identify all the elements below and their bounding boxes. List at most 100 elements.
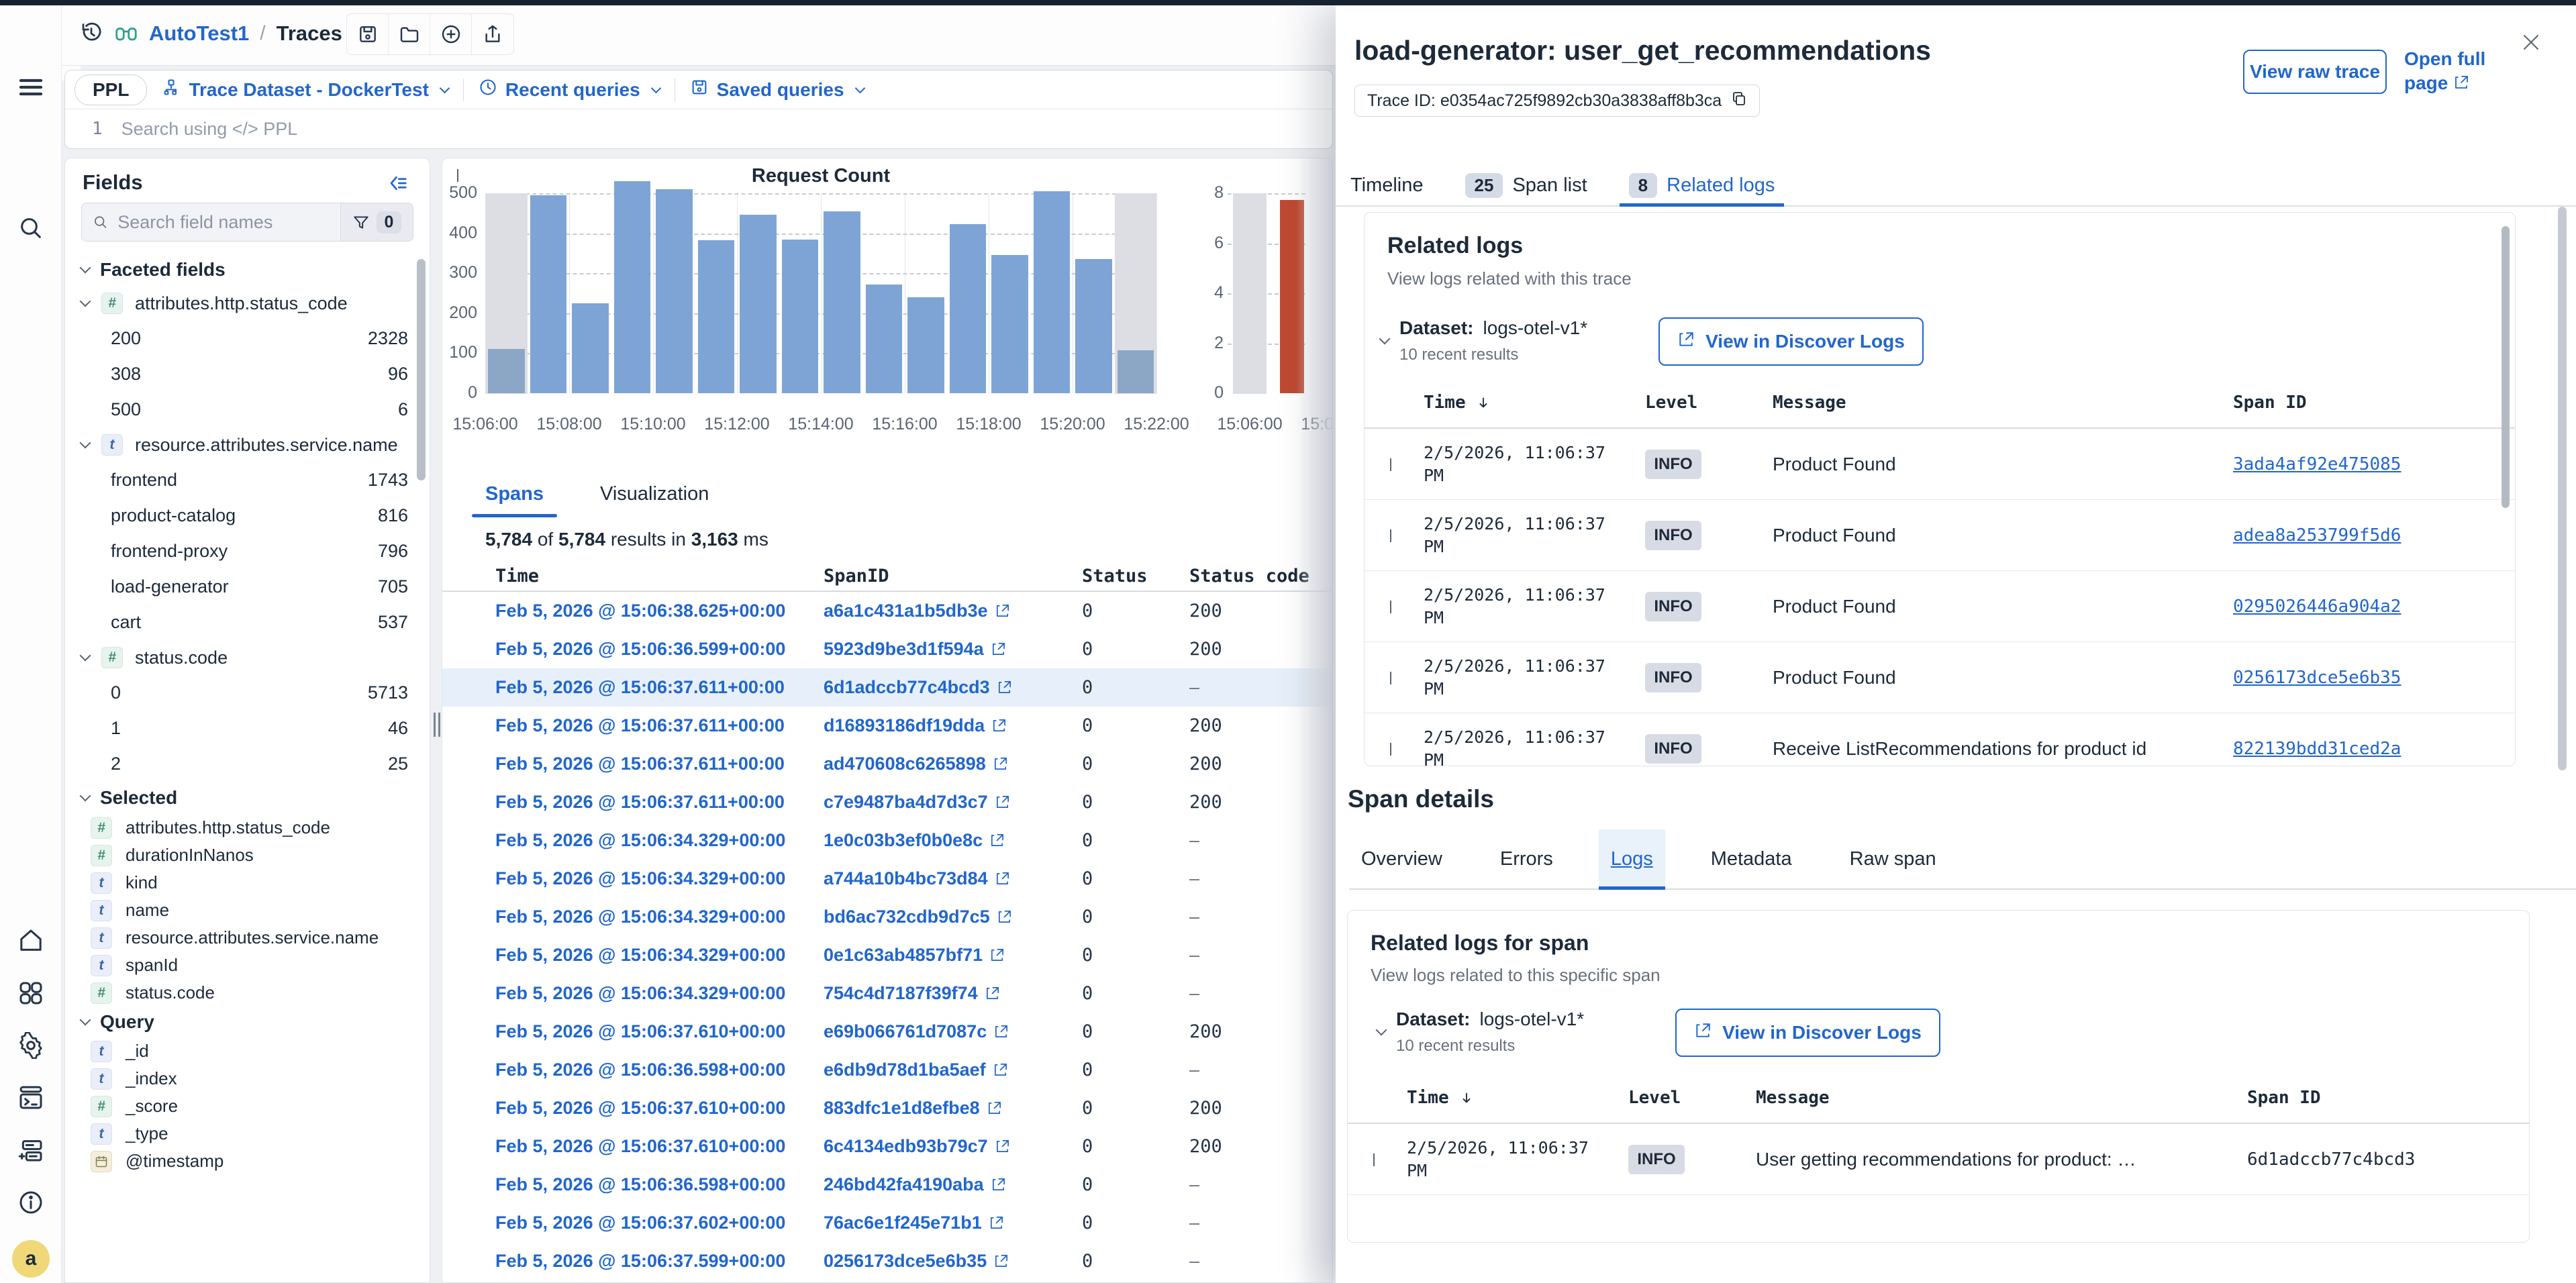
spanid-link[interactable]: 754c4d7187f39f74 xyxy=(824,983,1000,1004)
col-level[interactable]: Level xyxy=(1628,1088,1756,1108)
trace-id-chip[interactable]: Trace ID: e0354ac725f9892cb30a3838aff8b3… xyxy=(1354,85,1760,117)
time-link[interactable]: Feb 5, 2026 @ 15:06:36.598+00:00 xyxy=(495,1174,785,1194)
time-link[interactable]: Feb 5, 2026 @ 15:06:37.610+00:00 xyxy=(495,1136,785,1156)
spanid-link[interactable]: 246bd42fa4190aba xyxy=(824,1174,1006,1195)
apps-icon[interactable] xyxy=(16,978,46,1008)
expand-row-icon[interactable] xyxy=(1390,529,1391,542)
table-row[interactable]: Feb 5, 2026 @ 15:06:34.329+00:00 bd6ac732… xyxy=(442,898,1332,936)
col-time[interactable]: Time xyxy=(1407,1088,1628,1108)
new-button[interactable] xyxy=(430,14,472,54)
table-row[interactable]: Feb 5, 2026 @ 15:06:38.625+00:00a6a1c431… xyxy=(442,592,1332,630)
query-field-_id[interactable]: t_id xyxy=(65,1037,412,1065)
table-row[interactable]: Feb 5, 2026 @ 15:06:34.329+00:001e0c03b3… xyxy=(442,821,1332,860)
breadcrumb-app-link[interactable]: AutoTest1 xyxy=(149,21,249,46)
span-details-tab-overview[interactable]: Overview xyxy=(1349,829,1454,888)
time-link[interactable]: Feb 5, 2026 @ 15:06:37.611+00:00 xyxy=(495,677,785,697)
facet-value[interactable]: frontend1743 xyxy=(65,462,412,498)
time-link[interactable]: Feb 5, 2026 @ 15:06:34.329+00:00 xyxy=(495,983,785,1003)
spanid-link[interactable]: 6d1adccb77c4bcd3 xyxy=(824,677,1012,698)
facet-field-attributes.http.status_code[interactable]: #attributes.http.status_code xyxy=(65,286,412,321)
saved-queries-menu[interactable]: Saved queries xyxy=(690,78,864,101)
span-details-tab-metadata[interactable]: Metadata xyxy=(1699,829,1804,888)
col-time[interactable]: Time xyxy=(1424,393,1645,413)
dataset-selector[interactable]: Trace Dataset - DockerTest xyxy=(162,78,448,101)
expand-row-icon[interactable] xyxy=(1390,601,1391,613)
selected-field-durationInNanos[interactable]: #durationInNanos xyxy=(65,841,412,869)
selected-field-resource.attributes.service.name[interactable]: tresource.attributes.service.name xyxy=(65,924,412,952)
col-message[interactable]: Message xyxy=(1756,1088,2247,1108)
tab-timeline[interactable]: Timeline xyxy=(1345,165,1429,205)
table-row[interactable]: Feb 5, 2026 @ 15:06:37.602+00:00 76ac6e1f… xyxy=(442,1204,1332,1242)
section-faceted-fields[interactable]: Faceted fields xyxy=(65,254,412,286)
close-icon[interactable] xyxy=(2521,32,2541,52)
log-row[interactable]: 2/5/2026, 11:06:37PMINFOProduct Found025… xyxy=(1365,642,2515,713)
facet-value[interactable]: frontend-proxy796 xyxy=(65,533,412,569)
time-link[interactable]: Feb 5, 2026 @ 15:06:37.610+00:00 xyxy=(495,1098,785,1118)
facet-value[interactable]: product-catalog816 xyxy=(65,498,412,533)
time-link[interactable]: Feb 5, 2026 @ 15:06:36.599+00:00 xyxy=(495,639,785,659)
log-row[interactable]: 2/5/2026, 11:06:37PMINFOProduct Foundade… xyxy=(1365,500,2515,571)
spanid-link[interactable]: 0256173dce5e6b35 xyxy=(824,1251,1009,1272)
history-icon[interactable] xyxy=(79,21,103,46)
spanid-link[interactable]: 6c4134edb93b79c7 xyxy=(824,1136,1010,1157)
query-editor[interactable]: 1 Search using </> PPL xyxy=(65,109,1332,148)
span-details-tab-logs[interactable]: Logs xyxy=(1599,829,1665,888)
open-full-page-link[interactable]: Open full page xyxy=(2404,47,2485,95)
facet-value[interactable]: 2002328 xyxy=(65,321,412,356)
table-row[interactable]: Feb 5, 2026 @ 15:06:37.599+00:000256173d… xyxy=(442,1242,1332,1280)
table-row[interactable]: Feb 5, 2026 @ 15:06:37.611+00:00 6d1adccb… xyxy=(442,668,1332,707)
spanid-link[interactable]: 5923d9be3d1f594a xyxy=(824,639,1006,660)
col-time[interactable]: Time xyxy=(442,566,824,586)
table-row[interactable]: Feb 5, 2026 @ 15:06:34.329+00:00a744a10b… xyxy=(442,860,1332,898)
gear-icon[interactable] xyxy=(16,1031,46,1060)
table-row[interactable]: Feb 5, 2026 @ 15:06:37.611+00:00d1689318… xyxy=(442,707,1332,745)
table-row[interactable]: Feb 5, 2026 @ 15:06:36.598+00:00 e6db9d78… xyxy=(442,1051,1332,1089)
span-details-tab-errors[interactable]: Errors xyxy=(1488,829,1565,888)
selected-field-spanId[interactable]: tspanId xyxy=(65,952,412,979)
selected-field-name[interactable]: tname xyxy=(65,896,412,924)
query-language-pill[interactable]: PPL xyxy=(75,74,147,105)
time-link[interactable]: Feb 5, 2026 @ 15:06:37.610+00:00 xyxy=(495,1021,785,1041)
add-panel-icon[interactable] xyxy=(16,1135,46,1165)
col-message[interactable]: Message xyxy=(1773,393,2233,413)
query-field-_index[interactable]: t_index xyxy=(65,1065,412,1092)
selected-field-kind[interactable]: tkind xyxy=(65,869,412,896)
col-spanid[interactable]: Span ID xyxy=(2233,393,2515,413)
spanid-link[interactable]: 1e0c03b3ef0b0e8c xyxy=(824,830,1005,851)
spanid-link[interactable]: 76ac6e1f245e71b1 xyxy=(824,1213,1004,1233)
section-selected-fields[interactable]: Selected xyxy=(65,782,412,814)
table-row[interactable]: Feb 5, 2026 @ 15:06:37.610+00:00883dfc1e… xyxy=(442,1089,1332,1127)
table-row[interactable]: Feb 5, 2026 @ 15:06:37.610+00:00 e69b0667… xyxy=(442,1013,1332,1051)
time-link[interactable]: Feb 5, 2026 @ 15:06:34.329+00:00 xyxy=(495,907,785,927)
query-field-_type[interactable]: t_type xyxy=(65,1120,412,1147)
query-field-@timestamp[interactable]: @timestamp xyxy=(65,1147,412,1175)
expand-row-icon[interactable] xyxy=(1390,672,1391,684)
col-spanid[interactable]: SpanID xyxy=(824,566,1082,586)
time-link[interactable]: Feb 5, 2026 @ 15:06:37.611+00:00 xyxy=(495,792,785,812)
table-row[interactable]: Feb 5, 2026 @ 15:06:37.611+00:00 c7e9487b… xyxy=(442,783,1332,821)
time-link[interactable]: Feb 5, 2026 @ 15:06:37.602+00:00 xyxy=(495,1213,785,1233)
spanid-link[interactable]: a744a10b4bc73d84 xyxy=(824,868,1010,889)
spanid-link[interactable]: e6db9d78d1ba5aef xyxy=(824,1060,1008,1080)
home-icon[interactable] xyxy=(16,926,46,956)
tab-related-logs[interactable]: 8 Related logs xyxy=(1624,165,1781,205)
selected-field-attributes.http.status_code[interactable]: #attributes.http.status_code xyxy=(65,814,412,841)
spanid-link[interactable]: d16893186df19dda xyxy=(824,715,1007,736)
col-spanid[interactable]: Span ID xyxy=(2247,1088,2529,1108)
spanid-link[interactable]: a6a1c431a1b5db3e xyxy=(824,601,1010,621)
table-row[interactable]: Feb 5, 2026 @ 15:06:37.595+00:00723531d4… xyxy=(442,1280,1332,1283)
time-link[interactable]: Feb 5, 2026 @ 15:06:36.598+00:00 xyxy=(495,1060,785,1080)
view-in-discover-button[interactable]: View in Discover Logs xyxy=(1675,1009,1940,1057)
log-spanid-link[interactable]: 822139bdd31ced2a xyxy=(2233,739,2515,759)
spanid-link[interactable]: bd6ac732cdb9d7c5 xyxy=(824,907,1012,927)
section-query-fields[interactable]: Query xyxy=(65,1007,412,1037)
spanid-link[interactable]: c7e9487ba4d7d3c7 xyxy=(824,792,1010,813)
facet-value[interactable]: 146 xyxy=(65,711,412,746)
col-level[interactable]: Level xyxy=(1645,393,1773,413)
field-search[interactable] xyxy=(81,203,341,242)
expand-row-icon[interactable] xyxy=(1390,458,1391,471)
facet-value[interactable]: 5006 xyxy=(65,392,412,427)
spanid-link[interactable]: e69b066761d7087c xyxy=(824,1021,1009,1042)
avatar[interactable]: a xyxy=(12,1240,50,1278)
card-scrollbar[interactable] xyxy=(2501,226,2510,508)
